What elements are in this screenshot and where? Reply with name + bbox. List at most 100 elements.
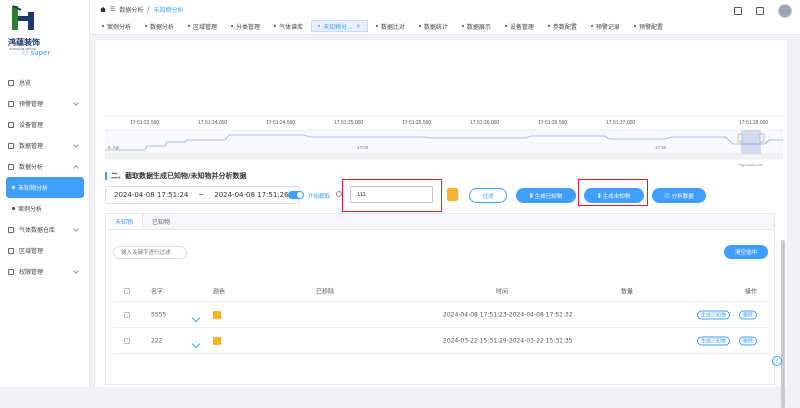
row-checkbox[interactable] bbox=[124, 311, 130, 318]
table-row: 5555 2024-04-08 17:51:23-2024-04-08 17:5… bbox=[113, 302, 769, 328]
chart-credit[interactable]: Highcharts.com bbox=[739, 163, 763, 167]
sidebar-item-devices[interactable]: 设备管理 bbox=[0, 114, 90, 135]
keyword-filter-input[interactable] bbox=[113, 246, 187, 259]
date-end[interactable]: 2024-04-08 17:51:26 bbox=[214, 191, 288, 199]
row-generate-known-button[interactable]: 生成已知物 bbox=[697, 336, 731, 345]
tab-data-stats[interactable]: 数据统计 bbox=[413, 20, 454, 32]
logo-mark-icon bbox=[12, 5, 34, 30]
region-icon bbox=[8, 247, 14, 254]
tab-data-analysis[interactable]: 数据分析 bbox=[139, 20, 180, 32]
analyze-icon: ◫ bbox=[664, 192, 670, 199]
date-range-picker[interactable]: 2024-04-08 17:51:24 ~ 2024-04-08 17:51:2… bbox=[105, 186, 300, 204]
sidebar-item-data-analysis[interactable]: 数据分析 bbox=[0, 156, 90, 177]
x-tick-label: 17:51:28.000 bbox=[739, 120, 768, 126]
tab-case-analysis[interactable]: 案例分析 bbox=[96, 20, 137, 32]
generate-known-button[interactable]: ▮ 生成已知物 bbox=[516, 188, 576, 203]
bullet-icon bbox=[12, 207, 15, 210]
breadcrumb-current: 未知物分析 bbox=[153, 7, 184, 14]
tab-region-mgmt[interactable]: 区域管理 bbox=[182, 20, 223, 32]
key-icon bbox=[8, 268, 14, 275]
database-icon bbox=[8, 142, 14, 149]
gas-icon bbox=[8, 226, 14, 233]
tab-unknown[interactable]: 未知物 bbox=[106, 214, 144, 229]
current-user[interactable]: ⚇ super bbox=[22, 49, 50, 57]
scrollbar[interactable] bbox=[781, 240, 785, 408]
capture-switch[interactable] bbox=[288, 191, 304, 199]
edit-icon[interactable] bbox=[191, 313, 201, 322]
nav-label: 17:30 bbox=[655, 145, 667, 150]
tab-device-mgmt[interactable]: 设备管理 bbox=[499, 20, 540, 32]
row-generate-known-button[interactable]: 生成已知物 bbox=[697, 310, 731, 319]
tab-alert-config[interactable]: 预警配置 bbox=[628, 20, 669, 32]
color-swatch[interactable] bbox=[213, 310, 221, 319]
device-icon bbox=[8, 121, 14, 128]
chevron-up-icon bbox=[73, 165, 79, 171]
navigator-handle-right[interactable] bbox=[759, 133, 765, 143]
color-picker-button[interactable] bbox=[447, 188, 458, 201]
nav-label: 17:00 bbox=[357, 145, 369, 150]
sidebar-item-permissions[interactable]: 权限管理 bbox=[0, 261, 90, 282]
navigator[interactable] bbox=[105, 129, 783, 155]
name-input[interactable] bbox=[350, 186, 433, 203]
chevron-down-icon bbox=[73, 226, 79, 232]
x-tick-label: 17:51:27.000 bbox=[606, 120, 635, 126]
switch-label: 开始截取 bbox=[308, 194, 331, 200]
chevron-down-icon bbox=[73, 142, 79, 148]
filter-button[interactable]: 过滤 bbox=[469, 188, 507, 203]
chart-icon: ▮ bbox=[529, 192, 533, 199]
main-content: 17:51:23.500 17:51:24.000 17:51:24.500 1… bbox=[95, 40, 787, 408]
chart-icon: ▮ bbox=[597, 192, 601, 199]
home-icon[interactable] bbox=[100, 7, 106, 12]
tab-unknown-analysis[interactable]: 未知物分... × bbox=[311, 20, 368, 32]
row-checkbox[interactable] bbox=[124, 337, 130, 344]
sidebar-item-regions[interactable]: 区域管理 bbox=[0, 240, 90, 261]
navigator-scrollbar[interactable] bbox=[105, 153, 783, 160]
row-delete-button[interactable]: 删除 bbox=[739, 336, 758, 345]
tab-known[interactable]: 已知物 bbox=[143, 214, 179, 229]
table-row: 222 2024-03-22 15:31:29-2024-03-22 15:31… bbox=[113, 328, 769, 354]
analyze-data-button[interactable]: ◫ 分析数据 bbox=[652, 188, 706, 203]
generate-unknown-button[interactable]: ▮ 生成未知物 bbox=[584, 188, 644, 203]
sidebar-item-overview[interactable]: 总览 bbox=[0, 72, 90, 93]
navigator-handle-left[interactable] bbox=[737, 133, 743, 143]
panel-tabs: 未知物 已知物 bbox=[106, 214, 774, 230]
sidebar-nav: 总览 预警管理 设备管理 数据管理 数据分析 未知物分析 案例分析 气体数据仓库… bbox=[0, 72, 90, 282]
tab-data-display[interactable]: 数据展示 bbox=[456, 20, 497, 32]
menu-toggle-icon[interactable]: ☰ bbox=[110, 6, 115, 13]
topbar: ☰ 数据分析 / 未知物分析 案例分析 数据分析 区域管理 分类管理 气体谱库 … bbox=[90, 0, 800, 35]
tab-bar: 案例分析 数据分析 区域管理 分类管理 气体谱库 未知物分... × 数据比对 数… bbox=[96, 20, 669, 32]
x-tick-label: 17:51:25.000 bbox=[334, 120, 363, 126]
tab-data-compare[interactable]: 数据比对 bbox=[370, 20, 411, 32]
breadcrumb: ☰ 数据分析 / 未知物分析 bbox=[100, 5, 183, 14]
color-swatch[interactable] bbox=[213, 336, 221, 345]
navigator-selection[interactable] bbox=[741, 130, 761, 154]
section-title: 二、截取数据生成已知物/未知物并分析数据 bbox=[105, 171, 247, 181]
sidebar-item-gas-warehouse[interactable]: 气体数据仓库 bbox=[0, 219, 90, 240]
tab-alert-records[interactable]: 预警记录 bbox=[585, 20, 626, 32]
select-all-checkbox[interactable] bbox=[124, 287, 130, 294]
nav-label: 8. Apr bbox=[108, 145, 120, 150]
sidebar-item-unknown-analysis[interactable]: 未知物分析 bbox=[6, 177, 84, 198]
row-delete-button[interactable]: 删除 bbox=[739, 310, 758, 319]
edit-icon[interactable] bbox=[191, 339, 201, 348]
avatar[interactable] bbox=[778, 4, 792, 18]
sidebar-item-data-mgmt[interactable]: 数据管理 bbox=[0, 135, 90, 156]
x-tick-label: 17:51:26.000 bbox=[470, 120, 499, 126]
fullscreen-icon[interactable] bbox=[756, 7, 764, 15]
tab-category-mgmt[interactable]: 分类管理 bbox=[225, 20, 266, 32]
bell-icon bbox=[8, 100, 14, 107]
help-icon[interactable]: ? bbox=[772, 356, 782, 366]
tools-icon[interactable] bbox=[734, 7, 742, 15]
tab-gas-library[interactable]: 气体谱库 bbox=[268, 20, 309, 32]
x-tick-label: 17:51:23.500 bbox=[130, 120, 159, 126]
sidebar: 鸿蕴装饰 HONGJIAN DECOR ⚇ super 总览 预警管理 设备管理… bbox=[0, 0, 90, 387]
tab-param-config[interactable]: 参数配置 bbox=[542, 20, 583, 32]
breadcrumb-parent[interactable]: 数据分析 bbox=[119, 5, 143, 14]
top-icons bbox=[734, 4, 792, 18]
dashboard-icon bbox=[8, 79, 14, 86]
analysis-icon bbox=[8, 163, 14, 170]
sidebar-item-case-analysis[interactable]: 案例分析 bbox=[0, 198, 90, 219]
sidebar-item-alerts[interactable]: 预警管理 bbox=[0, 93, 90, 114]
clear-selection-button[interactable]: 清空选中 bbox=[724, 245, 768, 259]
date-start[interactable]: 2024-04-08 17:51:24 bbox=[114, 191, 188, 199]
